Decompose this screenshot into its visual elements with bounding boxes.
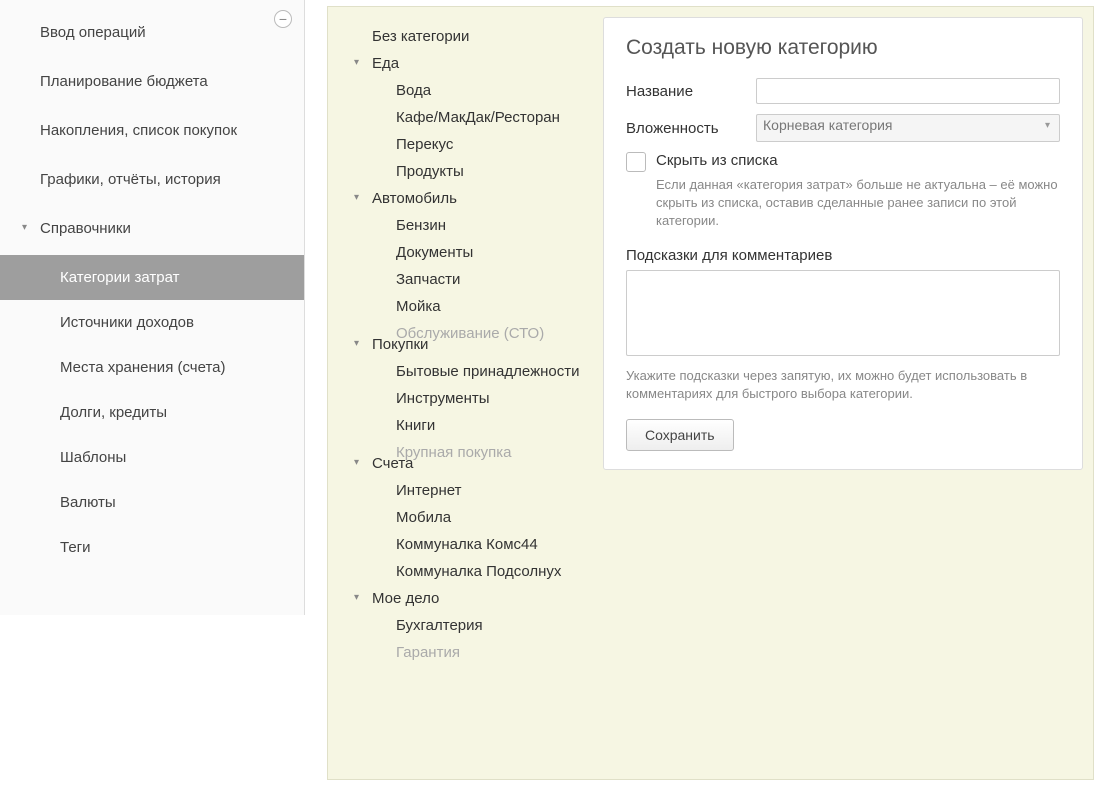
sidebar: − Ввод операций Планирование бюджета Нак… [0, 0, 305, 615]
hints-hint: Укажите подсказки через запятую, их можн… [626, 367, 1060, 403]
tree-item[interactable]: Кафе/МакДак/Ресторан [346, 104, 603, 131]
nav-subitem-tags[interactable]: Теги [0, 525, 304, 570]
tree-item[interactable]: Коммуналка Комс44 [346, 531, 603, 558]
hints-label: Подсказки для комментариев [626, 247, 1060, 264]
create-category-form: Создать новую категорию Название Вложенн… [603, 17, 1083, 470]
tree-item[interactable]: Счета [346, 450, 603, 477]
nesting-label: Вложенность [626, 120, 756, 137]
tree-item[interactable]: Бытовые принадлежности [346, 358, 603, 385]
name-label: Название [626, 83, 756, 100]
hints-textarea[interactable] [626, 270, 1060, 356]
main-area: Без категории Еда Вода Кафе/МакДак/Ресто… [327, 6, 1094, 780]
hide-hint: Если данная «категория затрат» больше не… [656, 176, 1060, 231]
tree-item[interactable]: Книги [346, 412, 603, 439]
tree-item[interactable]: Автомобиль [346, 185, 603, 212]
tree-item[interactable]: Коммуналка Подсолнух [346, 558, 603, 585]
tree-item[interactable]: Продукты [346, 158, 603, 185]
nav-subitem-accounts[interactable]: Места хранения (счета) [0, 345, 304, 390]
name-row: Название [626, 78, 1060, 104]
tree-item[interactable]: Бензин [346, 212, 603, 239]
tree-item[interactable]: Инструменты [346, 385, 603, 412]
tree-item[interactable]: Мое дело [346, 585, 603, 612]
tree-item[interactable]: Еда [346, 50, 603, 77]
nav-item-savings[interactable]: Накопления, список покупок [0, 106, 304, 155]
tree-item[interactable]: Без категории [346, 23, 603, 50]
tree-item[interactable]: Перекус [346, 131, 603, 158]
hide-checkbox[interactable] [626, 152, 646, 172]
tree-item[interactable]: Бухгалтерия [346, 612, 603, 639]
name-input[interactable] [756, 78, 1060, 104]
tree-item[interactable]: Мобила [346, 504, 603, 531]
nesting-row: Вложенность Корневая категория [626, 114, 1060, 142]
tree-item[interactable]: Вода [346, 77, 603, 104]
nav-subitem-expense-categories[interactable]: Категории затрат [0, 255, 304, 300]
save-button[interactable]: Сохранить [626, 419, 734, 451]
nav-subitem-templates[interactable]: Шаблоны [0, 435, 304, 480]
hide-row: Скрыть из списка [626, 152, 1060, 172]
tree-item[interactable]: Интернет [346, 477, 603, 504]
tree-item[interactable]: Мойка [346, 293, 603, 320]
nav-subitems: Категории затрат Источники доходов Места… [0, 255, 304, 570]
tree-item[interactable]: Документы [346, 239, 603, 266]
nav-item-reports[interactable]: Графики, отчёты, история [0, 155, 304, 204]
tree-item[interactable]: Покупки [346, 331, 603, 358]
tree-item[interactable]: Запчасти [346, 266, 603, 293]
nav-subitem-income-sources[interactable]: Источники доходов [0, 300, 304, 345]
nav-item-directories[interactable]: Справочники [0, 204, 304, 253]
nav-item-operations[interactable]: Ввод операций [0, 8, 304, 57]
nav-subitem-currencies[interactable]: Валюты [0, 480, 304, 525]
tree-item[interactable]: Гарантия [346, 639, 603, 666]
nav-item-budget[interactable]: Планирование бюджета [0, 57, 304, 106]
form-title: Создать новую категорию [626, 36, 1060, 60]
nesting-select[interactable]: Корневая категория [756, 114, 1060, 142]
category-tree: Без категории Еда Вода Кафе/МакДак/Ресто… [328, 17, 603, 779]
hide-label: Скрыть из списка [656, 152, 778, 169]
nav-subitem-debts[interactable]: Долги, кредиты [0, 390, 304, 435]
